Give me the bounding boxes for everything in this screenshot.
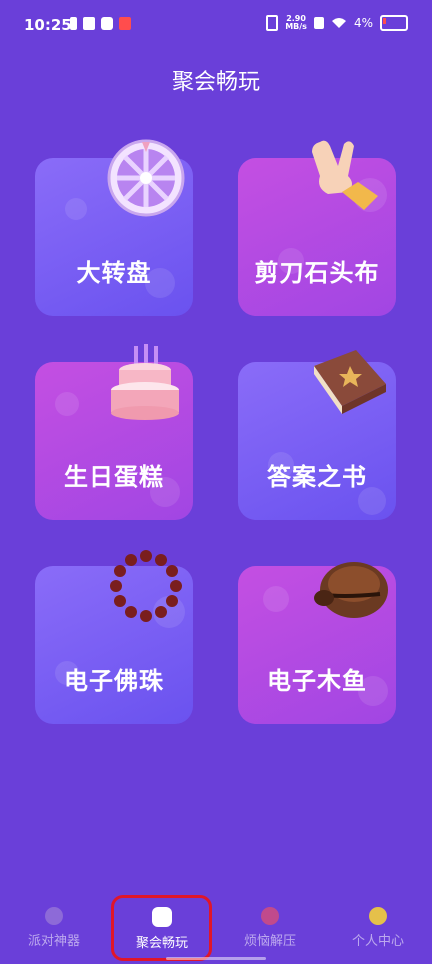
- party-icon: [45, 907, 63, 925]
- card-label: 大转盘: [76, 259, 152, 287]
- victory-hand-icon: [312, 140, 378, 210]
- notification-icons: [70, 17, 131, 30]
- battery-percent: 4%: [353, 16, 373, 30]
- net-speed: 2.90 MB/s: [285, 15, 307, 31]
- nav-item-profile[interactable]: 个人中心: [324, 890, 432, 964]
- card-label: 生日蛋糕: [64, 463, 164, 491]
- bottom-nav: 派对神器 聚会畅玩 烦恼解压 个人中心: [0, 890, 432, 964]
- nav-label: 派对神器: [27, 934, 80, 949]
- selection-highlight: [111, 895, 212, 961]
- net-speed-unit: MB/s: [285, 22, 307, 31]
- heart-icon: [261, 907, 279, 925]
- status-right: 2.90 MB/s 4%: [266, 15, 408, 31]
- card-label: 电子木鱼: [267, 667, 367, 695]
- home-indicator[interactable]: [166, 957, 266, 960]
- nav-item-party-tools[interactable]: 派对神器: [0, 890, 108, 964]
- card-label: 剪刀石头布: [254, 259, 380, 287]
- book-icon: [314, 350, 386, 414]
- app-notification-icon: [119, 17, 131, 30]
- vibrate-icon: [266, 15, 279, 31]
- status-bar: 10:25 2.90 MB/s 4%: [0, 0, 432, 50]
- wheel-icon: [107, 139, 185, 217]
- wifi-icon: [331, 18, 346, 28]
- prayer-beads-icon: [110, 550, 182, 622]
- smile-icon: [369, 907, 387, 925]
- tiktok-icon: [101, 17, 113, 30]
- nav-label: 烦恼解压: [243, 934, 296, 949]
- card-label: 答案之书: [267, 463, 367, 491]
- battery-icon: [380, 15, 408, 31]
- sim-icon: [70, 17, 77, 30]
- birthday-cake-icon: [111, 344, 179, 420]
- page-title: 聚会畅玩: [171, 70, 260, 95]
- nav-label: 个人中心: [351, 934, 404, 949]
- card-label: 电子佛珠: [64, 667, 164, 695]
- nav-item-stress-relief[interactable]: 烦恼解压: [216, 890, 324, 964]
- status-time: 10:25: [24, 16, 72, 34]
- wooden-fish-icon: [314, 562, 388, 618]
- data-icon: [313, 17, 324, 29]
- mail-icon: [83, 17, 95, 30]
